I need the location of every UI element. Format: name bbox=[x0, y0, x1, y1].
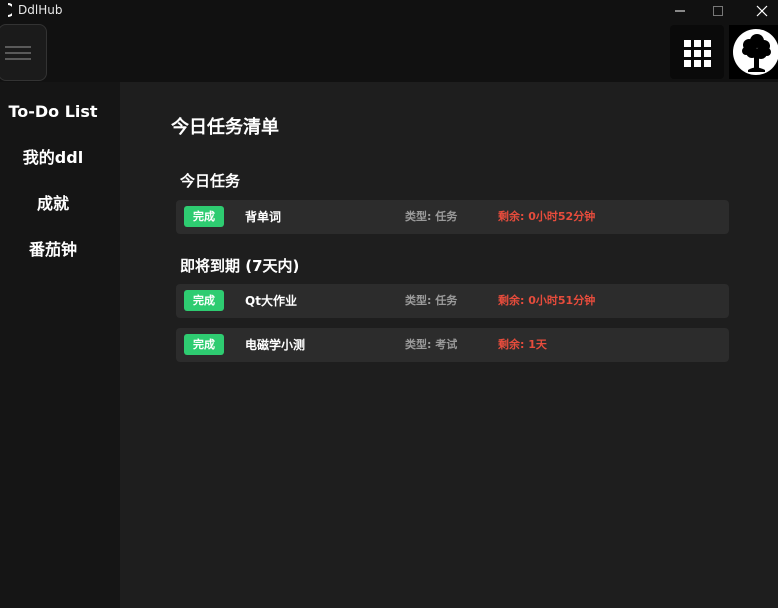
complete-button[interactable]: 完成 bbox=[184, 334, 224, 355]
sidebar-item-todo-list[interactable]: To-Do List bbox=[0, 102, 106, 122]
task-remaining: 剩余: 1天 bbox=[498, 338, 547, 351]
complete-button[interactable]: 完成 bbox=[184, 206, 224, 227]
task-row: 完成 Qt大作业 类型: 任务 剩余: 0小时51分钟 bbox=[176, 284, 729, 318]
maximize-icon bbox=[713, 6, 723, 16]
menu-line bbox=[5, 46, 31, 48]
task-name: 电磁学小测 bbox=[245, 338, 306, 352]
task-type: 类型: 考试 bbox=[405, 338, 458, 351]
sidebar-item-pomodoro[interactable]: 番茄钟 bbox=[0, 240, 106, 260]
close-button[interactable] bbox=[740, 0, 778, 22]
sidebar: To-Do List 我的ddl 成就 番茄钟 bbox=[0, 82, 120, 608]
sidebar-item-achievements[interactable]: 成就 bbox=[0, 194, 106, 214]
section-title-today: 今日任务 bbox=[180, 172, 241, 190]
app-logo-icon bbox=[7, 3, 12, 17]
task-type: 类型: 任务 bbox=[405, 210, 458, 223]
top-header bbox=[0, 22, 778, 82]
task-name: 背单词 bbox=[245, 210, 282, 224]
window-title: DdlHub bbox=[18, 3, 63, 17]
menu-line bbox=[5, 52, 31, 54]
avatar[interactable] bbox=[729, 25, 778, 79]
sidebar-item-my-ddl[interactable]: 我的ddl bbox=[0, 148, 106, 168]
menu-line bbox=[5, 58, 31, 60]
grid-apps-icon bbox=[684, 40, 711, 67]
section-title-upcoming: 即将到期 (7天内) bbox=[180, 257, 300, 275]
main-content: 今日任务清单 今日任务 完成 背单词 类型: 任务 剩余: 0小时52分钟 即将… bbox=[120, 82, 778, 608]
task-name: Qt大作业 bbox=[245, 294, 297, 308]
tree-avatar-icon bbox=[733, 29, 778, 75]
maximize-button[interactable] bbox=[696, 0, 740, 22]
task-row: 完成 背单词 类型: 任务 剩余: 0小时52分钟 bbox=[176, 200, 729, 234]
task-type: 类型: 任务 bbox=[405, 294, 458, 307]
apps-grid-button[interactable] bbox=[670, 25, 724, 79]
menu-toggle-button[interactable] bbox=[0, 24, 47, 81]
complete-button[interactable]: 完成 bbox=[184, 290, 224, 311]
title-bar: DdlHub bbox=[0, 0, 778, 22]
task-remaining: 剩余: 0小时51分钟 bbox=[498, 294, 596, 307]
page-title: 今日任务清单 bbox=[171, 117, 279, 138]
close-icon bbox=[756, 5, 768, 17]
task-row: 完成 电磁学小测 类型: 考试 剩余: 1天 bbox=[176, 328, 729, 362]
minimize-icon bbox=[675, 10, 685, 12]
task-remaining: 剩余: 0小时52分钟 bbox=[498, 210, 596, 223]
